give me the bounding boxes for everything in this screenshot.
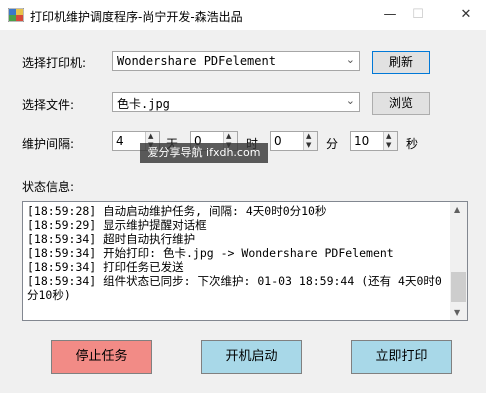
startup-button[interactable]: 开机启动: [201, 340, 302, 374]
status-label: 状态信息:: [22, 180, 75, 194]
log-line: [18:59:34] 打印任务已发送: [27, 260, 184, 274]
log-line: [18:59:34] 组件状态已同步: 下次维护: 01-03 18:59:44…: [27, 274, 442, 302]
log-line: [18:59:34] 开始打印: 色卡.jpg -> Wondershare P…: [27, 246, 394, 260]
minutes-unit: 分: [326, 137, 339, 151]
seconds-value: 10: [354, 134, 370, 148]
log-line: [18:59:34] 超时自动执行维护: [27, 232, 196, 246]
scroll-thumb[interactable]: [451, 272, 466, 302]
watermark-overlay: 爱分享导航 ifxdh.com: [140, 143, 268, 163]
app-icon: [8, 8, 24, 22]
file-select[interactable]: 色卡.jpg ⌄: [112, 92, 360, 112]
printer-label: 选择打印机:: [22, 56, 87, 70]
chevron-down-icon: ⌄: [345, 53, 355, 66]
file-label: 选择文件:: [22, 98, 75, 112]
printer-select-value: Wondershare PDFelement: [117, 54, 276, 68]
spin-up-icon[interactable]: ▲: [226, 132, 231, 141]
minimize-button[interactable]: —: [376, 4, 404, 26]
spin-down-icon[interactable]: ▼: [306, 141, 311, 150]
printer-select[interactable]: Wondershare PDFelement ⌄: [112, 51, 360, 71]
log-line: [18:59:29] 显示维护提醒对话框: [27, 218, 207, 232]
log-line: [18:59:28] 自动启动维护任务, 间隔: 4天0时0分10秒: [27, 204, 327, 218]
scroll-up-icon[interactable]: ▲: [454, 205, 460, 214]
status-log[interactable]: [18:59:28] 自动启动维护任务, 间隔: 4天0时0分10秒 [18:5…: [22, 201, 468, 321]
file-select-value: 色卡.jpg: [117, 97, 170, 111]
log-scrollbar[interactable]: ▲ ▼: [450, 202, 467, 320]
spin-up-icon[interactable]: ▲: [386, 132, 391, 141]
print-now-button[interactable]: 立即打印: [351, 340, 452, 374]
spin-up-icon[interactable]: ▲: [306, 132, 311, 141]
close-button[interactable]: ✕: [452, 4, 480, 26]
stop-task-button[interactable]: 停止任务: [51, 340, 152, 374]
chevron-down-icon: ⌄: [345, 94, 355, 107]
seconds-unit: 秒: [406, 137, 419, 151]
days-value: 4: [116, 134, 124, 148]
browse-button[interactable]: 浏览: [372, 92, 430, 115]
spin-up-icon[interactable]: ▲: [148, 132, 153, 141]
scroll-down-icon[interactable]: ▼: [454, 308, 460, 317]
maximize-button[interactable]: ☐: [404, 4, 432, 26]
log-lines: [18:59:28] 自动启动维护任务, 间隔: 4天0时0分10秒 [18:5…: [27, 204, 447, 302]
minutes-stepper[interactable]: 0 ▲ ▼: [270, 131, 318, 151]
minutes-value: 0: [274, 134, 282, 148]
refresh-button[interactable]: 刷新: [372, 51, 430, 74]
spin-down-icon[interactable]: ▼: [386, 141, 391, 150]
interval-label: 维护间隔:: [22, 137, 75, 151]
seconds-stepper[interactable]: 10 ▲ ▼: [350, 131, 398, 151]
window-title: 打印机维护调度程序-尚宁开发-森浩出品: [30, 10, 243, 24]
title-bar: 打印机维护调度程序-尚宁开发-森浩出品 — ☐ ✕: [0, 0, 486, 30]
